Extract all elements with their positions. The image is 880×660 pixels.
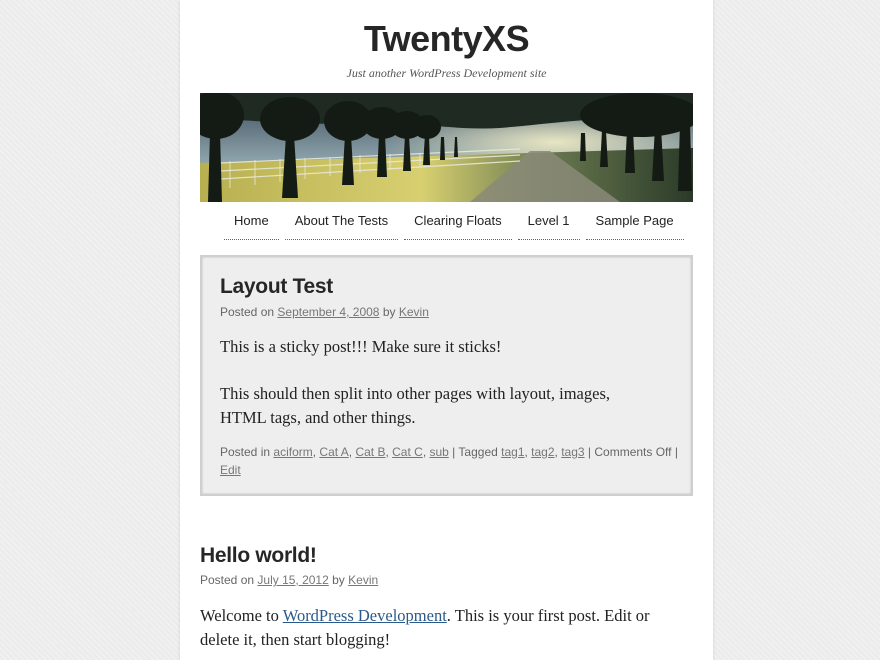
header-image xyxy=(200,93,693,202)
nav-item-sample-page[interactable]: Sample Page xyxy=(585,210,684,240)
tree-avenue-image xyxy=(200,93,693,202)
posted-on-label: Posted on xyxy=(200,573,255,587)
post-footer-meta: Posted in aciform, Cat A, Cat B, Cat C, … xyxy=(220,445,678,477)
nav-item-level-1[interactable]: Level 1 xyxy=(517,210,580,240)
page-column: TwentyXS Just another WordPress Developm… xyxy=(180,0,713,660)
post-date-link[interactable]: July 15, 2012 xyxy=(257,573,328,587)
category-link[interactable]: Cat B xyxy=(355,445,385,459)
post-meta: Posted on September 4, 2008 by Kevin xyxy=(220,305,429,319)
post-title[interactable]: Layout Test xyxy=(220,275,333,299)
category-link[interactable]: aciform xyxy=(273,445,312,459)
site-title[interactable]: TwentyXS xyxy=(180,18,713,60)
nav-item-about-the-tests[interactable]: About The Tests xyxy=(284,210,399,240)
post-paragraph-line: delete it, then start blogging! xyxy=(200,630,391,649)
text-fragment: Welcome to xyxy=(200,606,283,625)
comments-status: Comments Off xyxy=(594,445,672,459)
post-paragraph-line: Welcome to WordPress Development. This i… xyxy=(200,604,650,628)
by-label: by xyxy=(382,305,396,319)
site-link[interactable]: WordPress Development xyxy=(283,606,447,625)
tag-link[interactable]: tag1 xyxy=(501,445,524,459)
category-link[interactable]: Cat A xyxy=(319,445,348,459)
edit-link[interactable]: Edit xyxy=(220,463,241,477)
tag-link[interactable]: tag3 xyxy=(561,445,584,459)
main-navigation: Home About The Tests Clearing Floats Lev… xyxy=(224,210,684,240)
tagged-label: Tagged xyxy=(458,445,498,459)
by-label: by xyxy=(332,573,345,587)
post-date-link[interactable]: September 4, 2008 xyxy=(277,305,379,319)
post-meta: Posted on July 15, 2012 by Kevin xyxy=(200,573,378,587)
nav-item-clearing-floats[interactable]: Clearing Floats xyxy=(404,210,512,240)
tag-link[interactable]: tag2 xyxy=(531,445,554,459)
author-link[interactable]: Kevin xyxy=(348,573,378,587)
posted-on-label: Posted on xyxy=(220,305,275,319)
post-paragraph-line: HTML tags, and other things. xyxy=(220,408,416,427)
post-paragraph-line: This should then split into other pages … xyxy=(220,384,610,403)
author-link[interactable]: Kevin xyxy=(399,305,429,319)
nav-item-home[interactable]: Home xyxy=(224,210,279,240)
category-link[interactable]: sub xyxy=(429,445,448,459)
post-paragraph: This is a sticky post!!! Make sure it st… xyxy=(220,337,502,356)
post-title[interactable]: Hello world! xyxy=(200,544,317,568)
site-tagline: Just another WordPress Development site xyxy=(346,66,547,80)
text-fragment: . This is your first post. Edit or xyxy=(446,606,650,625)
category-link[interactable]: Cat C xyxy=(392,445,423,459)
sticky-post: Layout Test Posted on September 4, 2008 … xyxy=(200,255,693,496)
posted-in-label: Posted in xyxy=(220,445,271,459)
